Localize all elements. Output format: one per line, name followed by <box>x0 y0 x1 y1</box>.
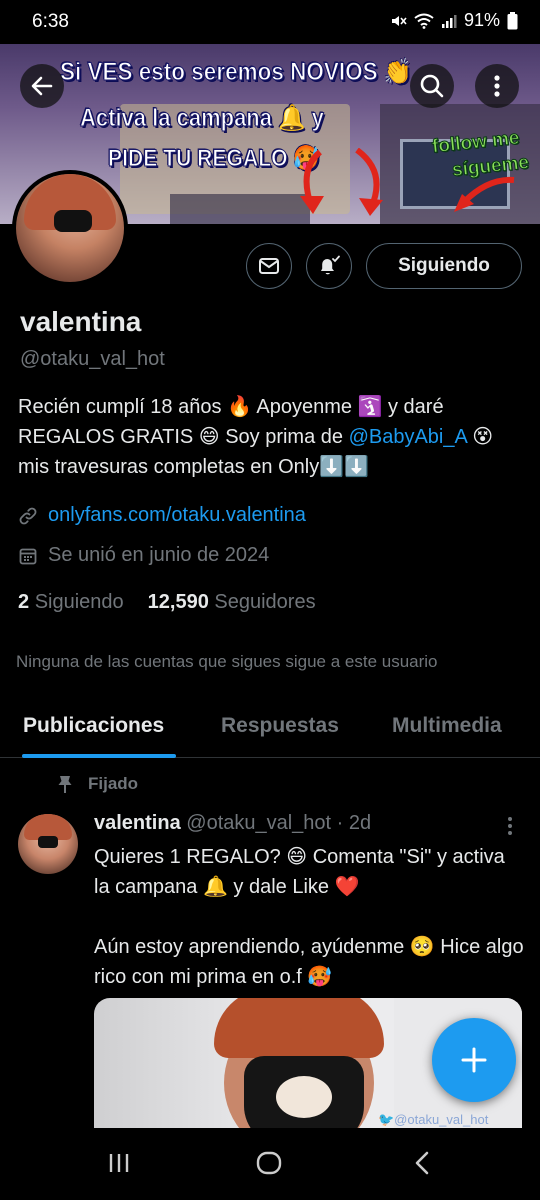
red-arrow-icon <box>300 150 324 214</box>
back-button[interactable] <box>20 64 64 108</box>
notifications-button[interactable] <box>306 243 352 289</box>
wifi-icon <box>414 13 434 29</box>
tab-multimedia[interactable]: Multimedia <box>392 714 502 738</box>
more-vertical-icon <box>494 75 500 97</box>
status-bar: 6:38 91% <box>0 0 540 44</box>
battery-icon <box>507 11 518 29</box>
tab-respuestas[interactable]: Respuestas <box>221 714 339 738</box>
following-button[interactable]: Siguiendo <box>366 243 522 289</box>
website-link[interactable]: onlyfans.com/otaku.valentina <box>48 504 306 527</box>
search-button[interactable] <box>410 64 454 108</box>
following-count: 2 <box>18 591 30 613</box>
link-icon <box>19 507 37 524</box>
banner-text-line2: Activa la campana 🔔 y <box>80 104 325 133</box>
battery-percent: 91% <box>463 10 500 30</box>
post-author-name[interactable]: valentina <box>94 812 181 834</box>
post-author-avatar[interactable] <box>18 814 78 874</box>
message-button[interactable] <box>246 243 292 289</box>
status-time: 6:38 <box>32 11 69 32</box>
bio-mention-link[interactable]: @BabyAbi_A <box>349 426 467 448</box>
joined-date: Se unió en junio de 2024 <box>48 544 270 566</box>
post-author-handle[interactable]: @otaku_val_hot <box>186 812 331 834</box>
profile-avatar[interactable] <box>12 170 128 286</box>
recents-icon[interactable] <box>106 1150 132 1176</box>
post-more-button[interactable] <box>506 816 514 841</box>
bell-check-icon <box>321 255 340 275</box>
followers-stat[interactable]: 12,590 Seguidores <box>148 591 316 614</box>
more-vertical-icon <box>508 817 512 835</box>
following-stat[interactable]: 2 Siguiendo <box>18 591 124 614</box>
following-label: Siguiendo <box>34 591 124 613</box>
post-separator: · <box>336 812 344 834</box>
avatar-image <box>16 174 124 282</box>
red-arrow-icon <box>355 148 383 216</box>
banner-decoration <box>170 194 310 224</box>
post-header: valentina @otaku_val_hot · 2d <box>94 812 371 835</box>
plus-icon <box>461 1047 487 1073</box>
followers-count: 12,590 <box>147 591 209 613</box>
system-navigation-bar <box>0 1128 540 1200</box>
more-options-button[interactable] <box>475 64 519 108</box>
profile-website[interactable]: onlyfans.com/otaku.valentina <box>18 504 306 527</box>
profile-name: valentina <box>20 306 142 337</box>
banner-text-line1: Si VES esto seremos NOVIOS 👏 <box>60 58 413 87</box>
compose-button[interactable] <box>432 1018 516 1102</box>
envelope-icon <box>259 258 279 274</box>
banner-text-line3: PIDE TU REGALO 🥵 <box>108 145 321 173</box>
followers-label: Seguidores <box>214 591 316 613</box>
profile-handle: @otaku_val_hot <box>20 348 165 370</box>
active-tab-indicator <box>22 754 176 758</box>
profile-tabs: Publicaciones Respuestas Multimedia <box>0 700 540 758</box>
profile-joined: Se unió en junio de 2024 <box>18 544 269 567</box>
back-nav-icon[interactable] <box>412 1150 432 1176</box>
search-icon <box>420 74 444 98</box>
signal-icon <box>441 14 457 28</box>
tab-publicaciones[interactable]: Publicaciones <box>23 714 164 738</box>
media-watermark: 🐦@otaku_val_hot <box>378 1112 489 1127</box>
calendar-icon <box>19 548 37 564</box>
pinned-indicator: Fijado <box>56 774 138 794</box>
red-arrow-icon <box>454 176 515 212</box>
arrow-left-icon <box>31 76 53 96</box>
followers-you-know-notice: Ninguna de las cuentas que sigues sigue … <box>16 652 438 671</box>
pinned-label: Fijado <box>88 774 139 793</box>
home-icon[interactable] <box>255 1150 283 1176</box>
profile-stats: 2 Siguiendo 12,590 Seguidores <box>18 591 316 614</box>
post-text: Quieres 1 REGALO? 😄 Comenta "Si" y activ… <box>94 846 524 988</box>
post-time[interactable]: 2d <box>349 812 371 834</box>
pin-icon <box>58 776 72 793</box>
profile-bio: Recién cumplí 18 años 🔥 Apoyenme 🛐 y dar… <box>18 392 528 482</box>
mute-icon <box>391 15 407 26</box>
status-icons: 91% <box>389 10 518 31</box>
